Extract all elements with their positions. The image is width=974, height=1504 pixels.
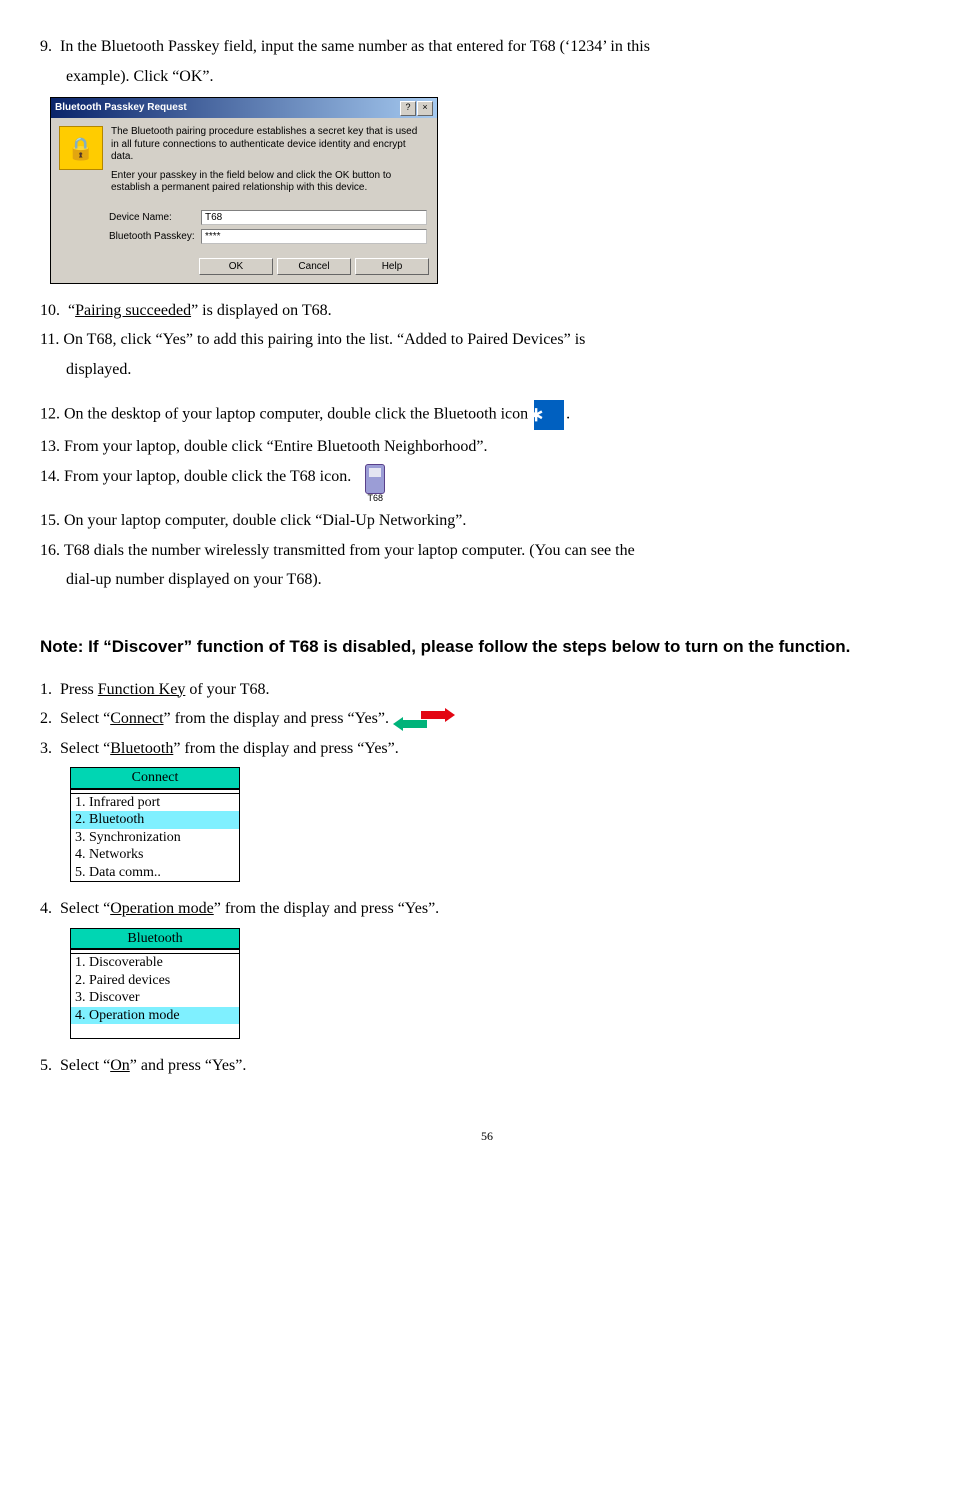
menu-item: 1. Discoverable xyxy=(71,954,239,972)
step-11: 11. On T68, click “Yes” to add this pair… xyxy=(40,327,934,353)
bluetooth-menu: Bluetooth 1. Discoverable 2. Paired devi… xyxy=(70,928,240,1040)
menu-item: 5. Data comm.. xyxy=(71,864,239,882)
device-name-field[interactable] xyxy=(201,210,427,225)
t68-icon-label: T68 xyxy=(367,493,383,503)
passkey-label: Bluetooth Passkey: xyxy=(109,229,201,245)
step-16-cont: dial-up number displayed on your T68). xyxy=(66,567,934,593)
close-icon[interactable]: × xyxy=(417,101,433,116)
menu-item: 2. Paired devices xyxy=(71,972,239,990)
step-10: 10. “Pairing succeeded” is displayed on … xyxy=(40,298,934,324)
menu-item-selected: 4. Operation mode xyxy=(71,1007,239,1025)
bluetooth-passkey-dialog: Bluetooth Passkey Request ? × 🔒 The Blue… xyxy=(50,97,438,284)
step-15: 15. On your laptop computer, double clic… xyxy=(40,508,934,534)
note-step-4: 4. Select “Operation mode” from the disp… xyxy=(40,896,934,922)
step-12: 12. On the desktop of your laptop comput… xyxy=(40,400,934,430)
page-number: 56 xyxy=(40,1127,934,1146)
lock-icon: 🔒 xyxy=(59,126,103,170)
dialog-p2: Enter your passkey in the field below an… xyxy=(111,170,427,195)
menu-item-selected: 2. Bluetooth xyxy=(71,811,239,829)
arrows-icon xyxy=(401,710,451,729)
menu-item: 3. Discover xyxy=(71,989,239,1007)
dialog-title: Bluetooth Passkey Request xyxy=(55,100,399,116)
help-icon[interactable]: ? xyxy=(400,101,416,116)
note-step-3: 3. Select “Bluetooth” from the display a… xyxy=(40,736,934,762)
help-button[interactable]: Help xyxy=(355,258,429,275)
device-name-label: Device Name: xyxy=(109,210,201,226)
step-11-cont: displayed. xyxy=(66,357,934,383)
note-heading: Note: If “Discover” function of T68 is d… xyxy=(40,635,934,659)
menu-item: 4. Networks xyxy=(71,846,239,864)
passkey-field[interactable] xyxy=(201,229,427,244)
connect-menu: Connect 1. Infrared port 2. Bluetooth 3.… xyxy=(70,767,240,882)
cancel-button[interactable]: Cancel xyxy=(277,258,351,275)
t68-icon: T68 xyxy=(365,464,385,504)
step-14: 14. From your laptop, double click the T… xyxy=(40,464,934,504)
note-step-5: 5. Select “On” and press “Yes”. xyxy=(40,1053,934,1079)
step-16: 16. T68 dials the number wirelessly tran… xyxy=(40,538,934,564)
dialog-titlebar: Bluetooth Passkey Request ? × xyxy=(51,98,437,118)
dialog-text: The Bluetooth pairing procedure establis… xyxy=(111,126,427,201)
step-13: 13. From your laptop, double click “Enti… xyxy=(40,434,934,460)
note-step-1: 1. Press Function Key of your T68. xyxy=(40,677,934,703)
menu-title: Connect xyxy=(71,768,239,789)
ok-button[interactable]: OK xyxy=(199,258,273,275)
text: In the Bluetooth Passkey field, input th… xyxy=(60,38,650,55)
dialog-p1: The Bluetooth pairing procedure establis… xyxy=(111,126,427,164)
step-9: 9. In the Bluetooth Passkey field, input… xyxy=(40,34,934,60)
menu-title: Bluetooth xyxy=(71,929,239,950)
step-9-cont: example). Click “OK”. xyxy=(66,64,934,90)
menu-item: 1. Infrared port xyxy=(71,794,239,812)
note-step-2: 2. Select “Connect” from the display and… xyxy=(40,706,934,732)
menu-item: 3. Synchronization xyxy=(71,829,239,847)
bluetooth-icon: ∗ xyxy=(534,400,564,430)
